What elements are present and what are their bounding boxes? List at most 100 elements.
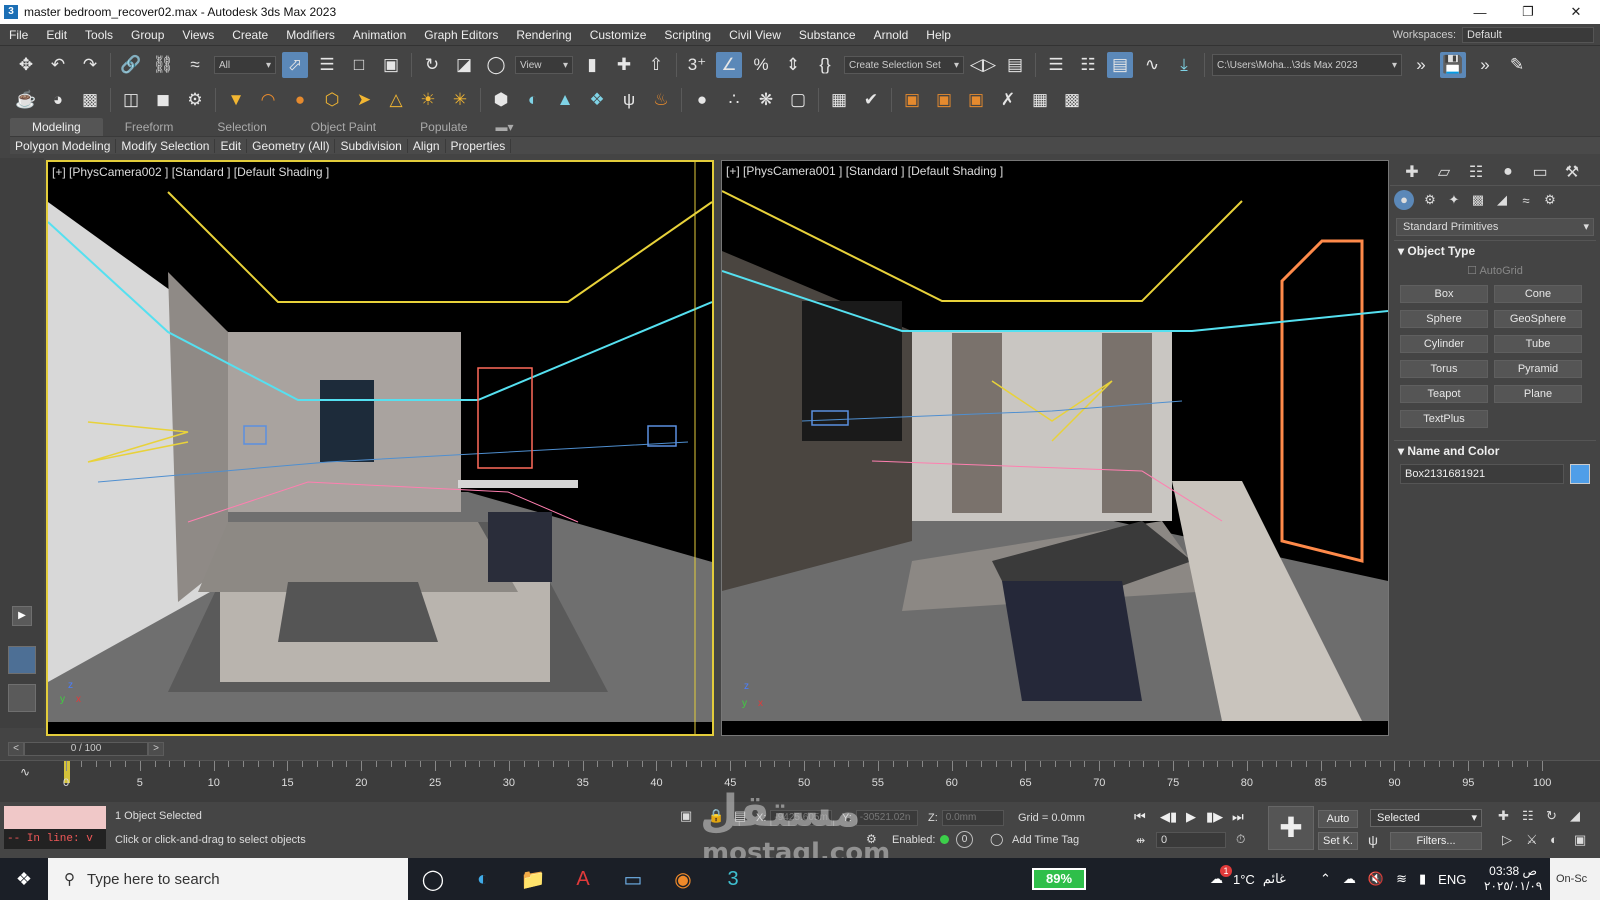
menu-file[interactable]: File	[0, 28, 37, 42]
align-icon[interactable]: ▤	[1002, 52, 1028, 78]
isolate-selection-icon[interactable]: ▣	[680, 808, 692, 824]
menu-arnold[interactable]: Arnold	[865, 28, 918, 42]
ribbon-geometry[interactable]: Geometry (All)	[247, 138, 336, 153]
ribbon-options-icon[interactable]: ▬▾	[490, 118, 520, 136]
viewport-physcamera002[interactable]: [+] [PhysCamera002 ] [Standard ] [Defaul…	[46, 160, 714, 736]
undo-icon[interactable]: ↶	[45, 52, 71, 78]
layout-two-viewports-icon[interactable]	[8, 646, 36, 674]
motion-tab-icon[interactable]: ●	[1492, 163, 1524, 181]
firefox-icon[interactable]: ◉	[658, 867, 708, 892]
percent-snap-icon[interactable]: %	[748, 52, 774, 78]
select-object-icon[interactable]: ⬀	[282, 52, 308, 78]
menu-customize[interactable]: Customize	[581, 28, 656, 42]
tab-object-paint[interactable]: Object Paint	[289, 118, 398, 136]
spacewarps-icon[interactable]: ≈	[1514, 193, 1538, 208]
cameras-icon[interactable]: ▩	[1466, 192, 1490, 208]
menu-rendering[interactable]: Rendering	[507, 28, 580, 42]
pyramid-button[interactable]: Pyramid	[1494, 360, 1582, 378]
wifi-icon[interactable]: ≋	[1396, 871, 1407, 887]
mesh-light-icon[interactable]: ⬡	[319, 87, 345, 113]
plane-icon[interactable]: ▲	[552, 87, 578, 113]
time-slider-thumb[interactable]: 0 / 100	[24, 742, 148, 756]
workspaces-dropdown[interactable]: Default	[1462, 26, 1594, 43]
cylinder-button[interactable]: Cylinder	[1400, 335, 1488, 353]
desktop-app-icon[interactable]: ▭	[608, 867, 658, 892]
link-icon[interactable]: 🔗	[118, 52, 144, 78]
orbit-subobject-icon[interactable]: ◐	[1550, 832, 1558, 847]
sphere-light-icon[interactable]: ●	[287, 87, 313, 113]
key-selection-dropdown[interactable]: Selected ▾	[1370, 809, 1482, 827]
viewport-label[interactable]: [+] [PhysCamera001 ] [Standard ] [Defaul…	[726, 164, 1003, 178]
display-tab-icon[interactable]: ▭	[1524, 162, 1556, 182]
forest-lite-icon[interactable]: ▣	[931, 87, 957, 113]
viewport-physcamera001[interactable]: [+] [PhysCamera001 ] [Standard ] [Defaul…	[721, 160, 1389, 736]
current-frame-field[interactable]: 0	[1156, 832, 1226, 848]
object-name-field[interactable]: Box2131681921	[1400, 464, 1564, 484]
file-explorer-icon[interactable]: 📁	[508, 867, 558, 892]
windows-start-icon[interactable]: ❖	[0, 869, 48, 890]
hierarchy-tab-icon[interactable]: ☷	[1460, 162, 1492, 182]
menu-group[interactable]: Group	[122, 28, 173, 42]
menu-graph-editors[interactable]: Graph Editors	[415, 28, 507, 42]
tab-populate[interactable]: Populate	[398, 118, 489, 136]
set-key-button[interactable]: Set K.	[1318, 832, 1358, 850]
fur-icon[interactable]: ◐	[520, 87, 546, 113]
systems-icon[interactable]: ⚙	[1538, 192, 1562, 208]
scale-icon[interactable]: ◪	[451, 52, 477, 78]
tab-freeform[interactable]: Freeform	[103, 118, 196, 136]
time-configuration-icon[interactable]: ⏱	[1236, 832, 1245, 847]
forest-pack-icon[interactable]: ▣	[899, 87, 925, 113]
key-filter-icon[interactable]: ψ	[1368, 832, 1378, 848]
schematic-view-icon[interactable]: ⤓	[1171, 52, 1197, 78]
battery-indicator[interactable]: 89%	[1032, 868, 1086, 890]
texture-icon[interactable]: ❋	[753, 87, 779, 113]
selection-filter-dropdown[interactable]: All ▾	[214, 56, 276, 74]
menu-create[interactable]: Create	[223, 28, 277, 42]
menu-edit[interactable]: Edit	[37, 28, 76, 42]
geometry-icon[interactable]: ●	[1394, 190, 1414, 210]
curve-editor-mini-icon[interactable]: ∿	[20, 765, 30, 779]
set-key-big-button[interactable]: ✚	[1268, 806, 1314, 850]
key-mode-icon[interactable]: ⇹	[1136, 834, 1145, 847]
battery-tray-icon[interactable]: ▮	[1419, 871, 1426, 887]
sun-icon[interactable]: ☀	[415, 87, 441, 113]
cloud-sync-icon[interactable]: ☁	[1343, 871, 1356, 887]
pan-icon[interactable]: ▷	[1502, 832, 1512, 848]
minimize-button[interactable]: —	[1456, 5, 1504, 20]
ribbon-properties[interactable]: Properties	[446, 138, 512, 153]
time-tag-icon[interactable]: ◯	[990, 832, 1003, 846]
teapot-icon[interactable]: ☕	[13, 87, 39, 113]
y-field[interactable]: -30521.02n	[855, 810, 918, 826]
pivot-center-icon[interactable]: ▮	[579, 52, 605, 78]
orbit-icon[interactable]: ↻	[1546, 808, 1557, 824]
ribbon-edit[interactable]: Edit	[215, 138, 248, 153]
edit-named-sets-icon[interactable]: {}	[812, 52, 838, 78]
ribbon-polygon-modeling[interactable]: Polygon Modeling	[10, 138, 117, 153]
go-to-end-icon[interactable]: ⏭	[1232, 809, 1244, 825]
proxy-icon[interactable]: ⬢	[488, 87, 514, 113]
scene-explorer-icon[interactable]: ☰	[1043, 52, 1069, 78]
viewport-label[interactable]: [+] [PhysCamera002 ] [Standard ] [Defaul…	[52, 165, 329, 179]
3dsmax-taskbar-icon[interactable]: 3	[708, 868, 758, 891]
maxscript-listener[interactable]: -- In line: v	[4, 806, 106, 852]
collection-icon[interactable]: ▦	[826, 87, 852, 113]
menu-civil-view[interactable]: Civil View	[720, 28, 790, 42]
tab-modeling[interactable]: Modeling	[10, 118, 103, 136]
ribbon-toggle-icon[interactable]: ▤	[1107, 52, 1133, 78]
tube-button[interactable]: Tube	[1494, 335, 1582, 353]
restore-button[interactable]: ❐	[1504, 4, 1552, 20]
ribbon-align[interactable]: Align	[408, 138, 446, 153]
place-icon[interactable]: ◯	[483, 52, 509, 78]
select-by-name-icon[interactable]: ☰	[314, 52, 340, 78]
cone-button[interactable]: Cone	[1494, 285, 1582, 303]
layer-explorer-icon[interactable]: ☷	[1075, 52, 1101, 78]
layout-single-viewport-icon[interactable]	[8, 684, 36, 712]
bind-spacewarp-icon[interactable]: ≈	[182, 52, 208, 78]
next-frame-icon[interactable]: >	[148, 742, 164, 756]
project-folder-dropdown[interactable]: C:\Users\Moha...\3ds Max 2023 ▾	[1212, 54, 1402, 76]
material-sphere-icon[interactable]: ●	[689, 87, 715, 113]
spinner-snap-icon[interactable]: ⇕	[780, 52, 806, 78]
plane-button[interactable]: Plane	[1494, 385, 1582, 403]
add-time-tag[interactable]: Add Time Tag	[1012, 834, 1079, 846]
named-selection-dropdown[interactable]: Create Selection Set ▾	[844, 56, 964, 74]
